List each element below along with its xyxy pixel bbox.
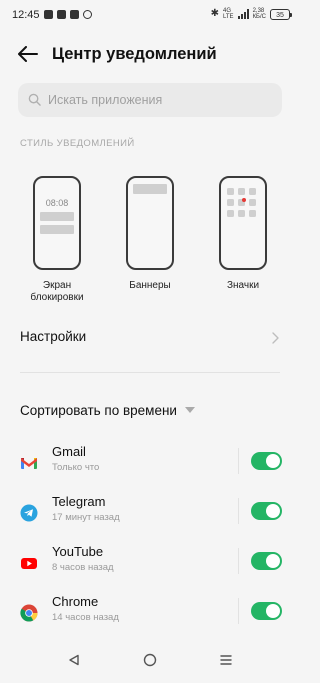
app-row-youtube[interactable]: YouTube 8 часов назад [0,544,300,594]
status-bar: 12:45 ✱ 4G LTE 2,38 КБ/С 35 [0,0,300,32]
status-time: 12:45 [12,9,40,21]
section-label-notification-style: СТИЛЬ УВЕДОМЛЕНИЙ [20,138,135,149]
lock-screen-preview-icon: 08:08 [33,176,81,270]
chrome-icon [20,604,38,622]
style-option-label: Экран блокировки [30,280,84,303]
signal-icon [237,9,249,19]
network-speed: 2,38 КБ/С [252,8,266,20]
divider [20,372,280,373]
app-last-notification: 8 часов назад [52,562,114,573]
app-name: YouTube [52,544,104,559]
badges-preview-icon [219,176,267,270]
status-system-icons: ✱ 4G LTE 2,38 КБ/С 35 [210,8,292,20]
nav-recents-button[interactable] [216,650,236,670]
gmail-notifications-toggle[interactable] [251,452,282,470]
divider [238,548,239,574]
network-type: 4G LTE [223,8,234,20]
app-name: Gmail [52,444,86,459]
page-title: Центр уведомлений [52,45,217,63]
media-notification-icon [70,10,79,19]
divider [238,498,239,524]
chrome-notifications-toggle[interactable] [251,602,282,620]
sort-dropdown[interactable]: Сортировать по времени [20,400,195,420]
search-input[interactable] [48,83,268,117]
nav-back-button[interactable] [64,650,84,670]
bluetooth-icon: ✱ [210,8,219,19]
app-last-notification: 14 часов назад [52,612,119,623]
back-button[interactable] [16,42,40,66]
app-row-gmail[interactable]: Gmail Только что [0,444,300,494]
style-option-banners[interactable]: Баннеры [115,176,185,292]
battery-icon: 35 [270,8,292,20]
style-option-label: Значки [226,280,260,291]
telegram-notifications-toggle[interactable] [251,502,282,520]
app-row-chrome[interactable]: Chrome 14 часов назад [0,594,300,644]
gmail-notification-icon [44,10,53,19]
youtube-icon [21,558,37,569]
settings-row[interactable]: Настройки [0,320,300,356]
divider [238,448,239,474]
app-last-notification: 17 минут назад [52,512,120,523]
app-name: Chrome [52,594,99,609]
divider [238,598,239,624]
status-notification-icons [44,10,92,19]
app-row-telegram[interactable]: Telegram 17 минут назад [0,494,300,544]
chevron-right-icon [272,332,279,344]
sort-label: Сортировать по времени [20,402,177,418]
header: Центр уведомлений [0,40,300,68]
play-notification-icon [83,10,92,19]
youtube-notification-icon [57,10,66,19]
gmail-icon [21,458,37,469]
circle-home-icon [143,653,157,667]
telegram-icon [20,504,38,522]
style-option-badges[interactable]: Значки [208,176,278,292]
caret-down-icon [184,407,195,413]
menu-lines-icon [220,655,232,665]
navigation-bar [0,638,300,683]
style-option-label: Баннеры [129,280,171,291]
app-last-notification: Только что [52,462,100,473]
search-icon [28,93,41,106]
preview-time: 08:08 [45,198,69,208]
settings-label: Настройки [20,329,87,344]
nav-home-button[interactable] [140,650,160,670]
search-box[interactable] [18,83,282,117]
app-name: Telegram [52,494,106,509]
triangle-back-icon [69,654,79,666]
arrow-left-icon [18,46,38,62]
style-option-lock-screen[interactable]: 08:08 Экран блокировки [22,176,92,304]
youtube-notifications-toggle[interactable] [251,552,282,570]
banners-preview-icon [126,176,174,270]
